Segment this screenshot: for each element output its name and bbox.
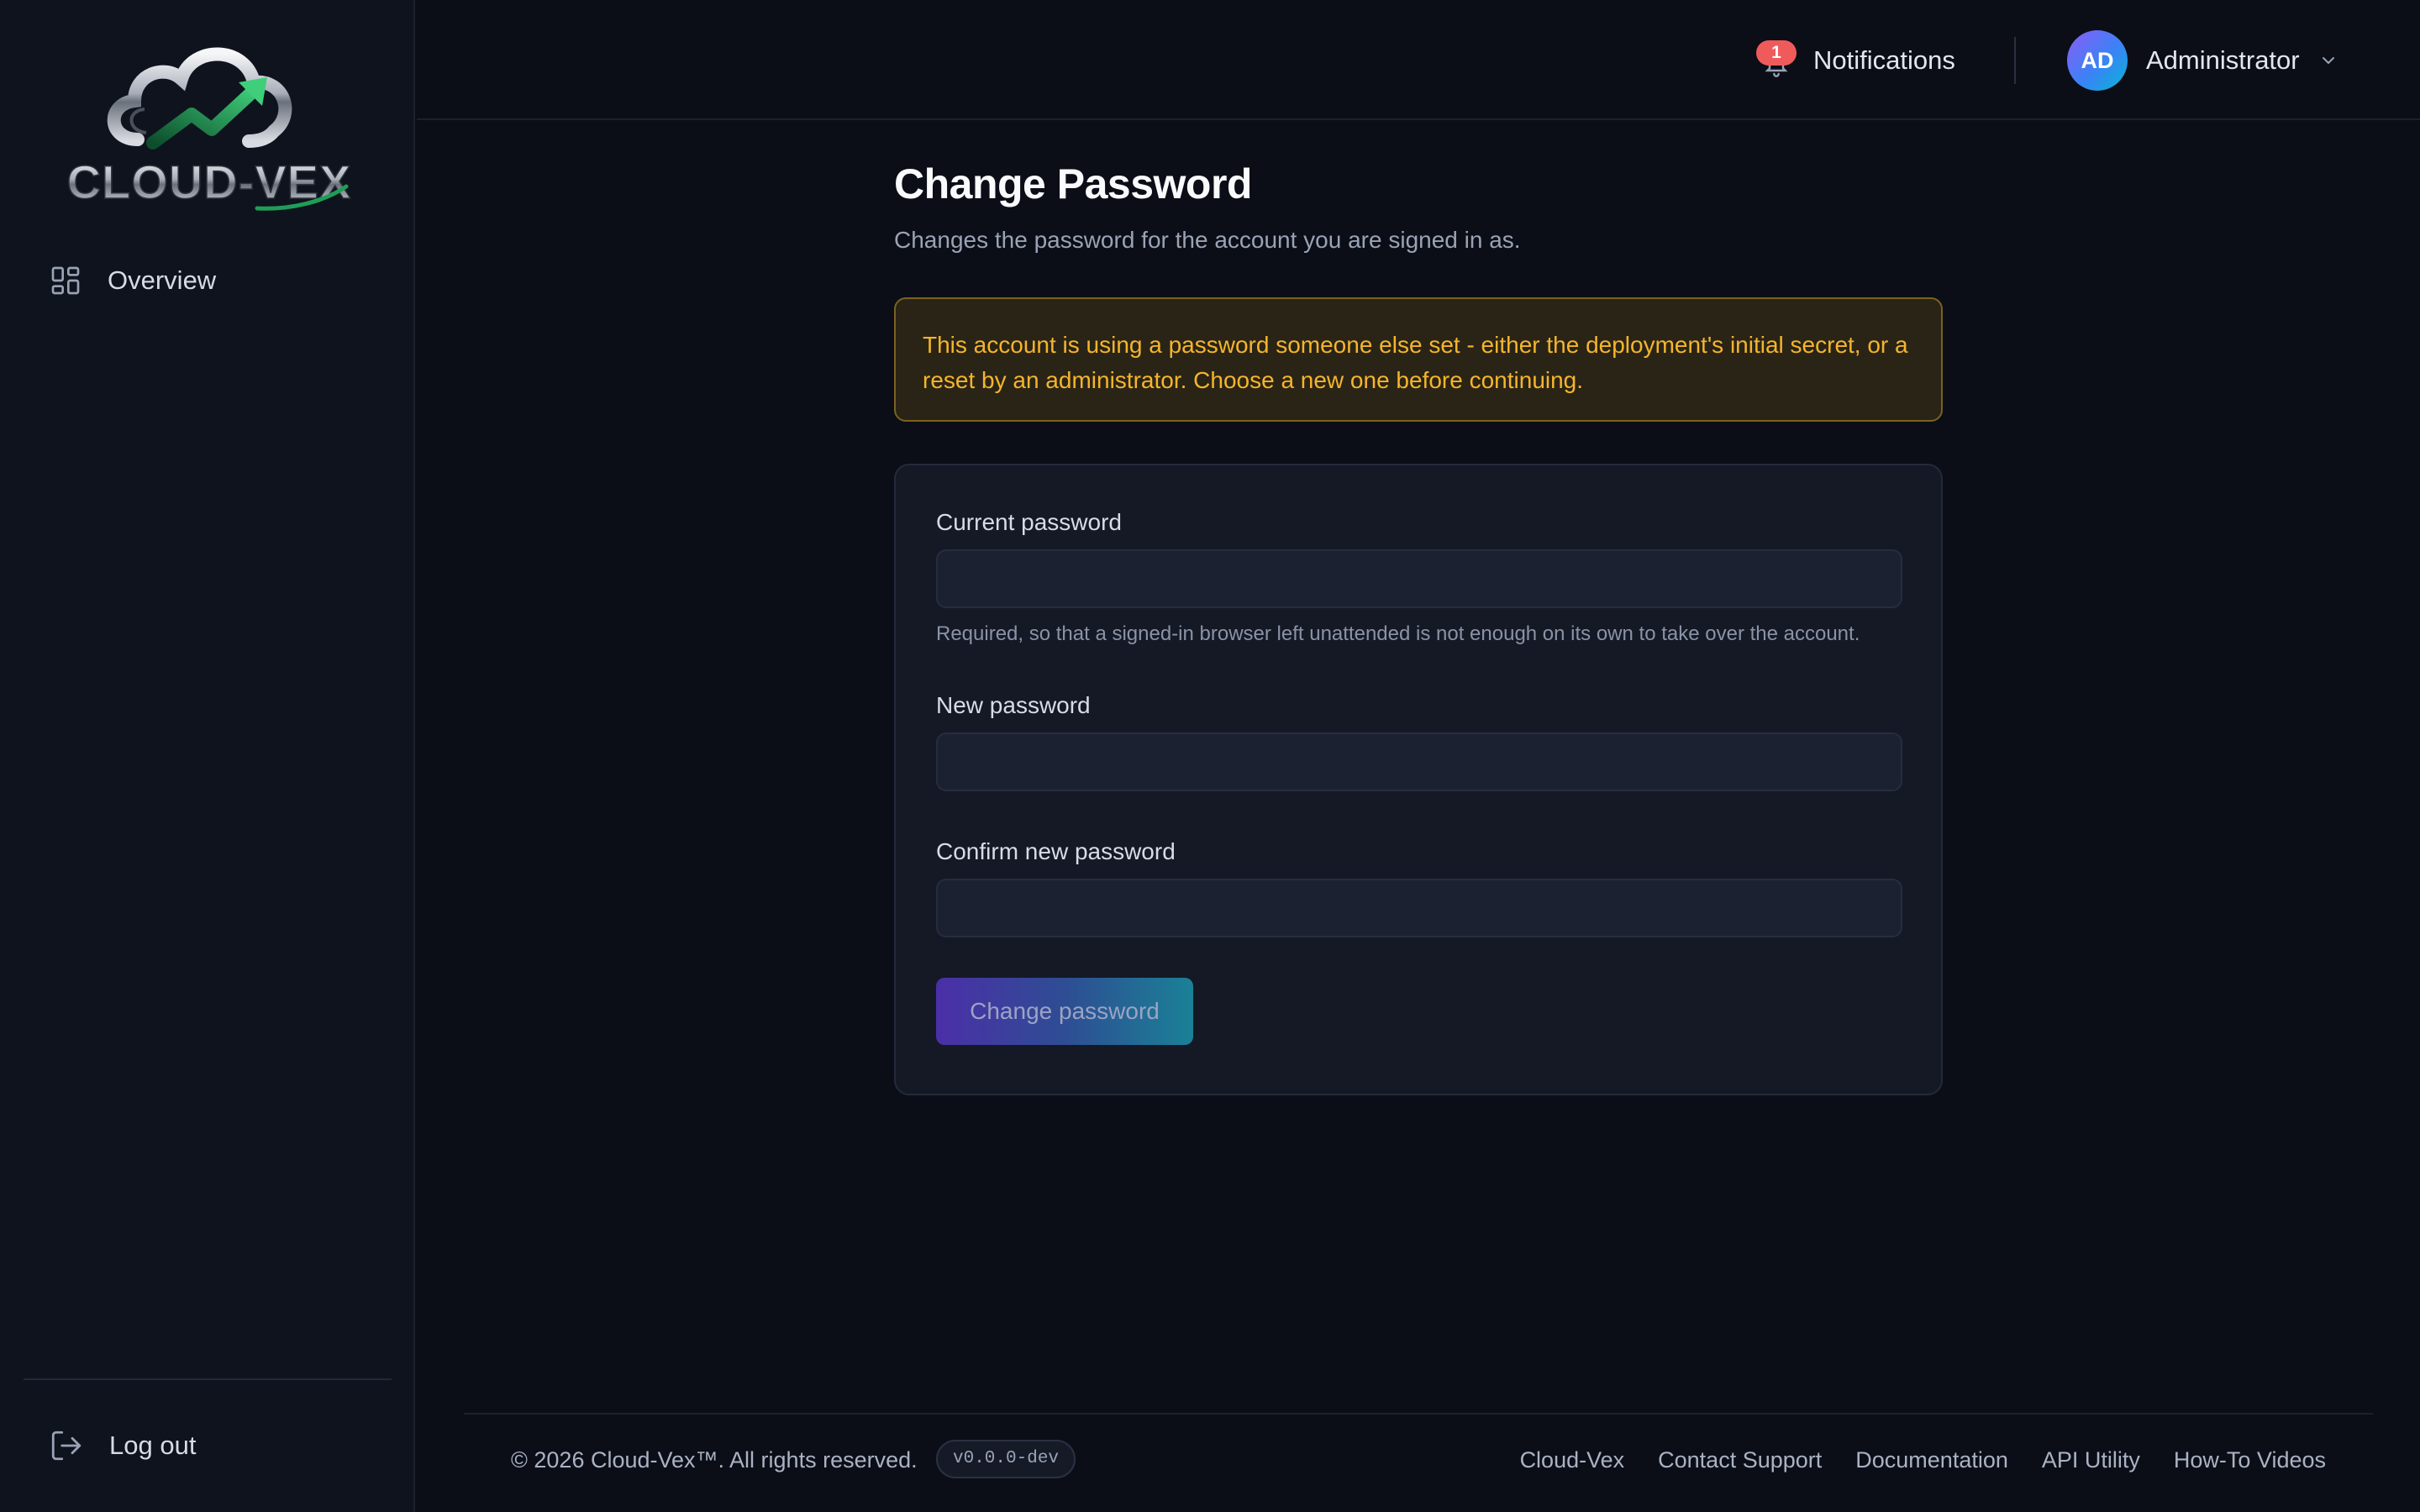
user-menu[interactable]: AD Administrator xyxy=(2067,30,2338,91)
logout-label: Log out xyxy=(109,1431,197,1460)
logout-icon xyxy=(51,1431,82,1461)
header-separator xyxy=(2014,37,2016,84)
app-root: CLOUD-VEX Overview Log out 1 Notificatio… xyxy=(0,0,2420,1512)
chevron-down-icon xyxy=(2322,57,2334,64)
user-name: Administrator xyxy=(2146,45,2300,75)
notifications-button[interactable]: 1 Notifications xyxy=(1756,37,1955,84)
current-password-label: Current password xyxy=(936,509,1122,535)
current-password-input[interactable] xyxy=(936,549,1902,608)
top-header: 1 Notifications AD Administrator xyxy=(417,0,2420,120)
page-title: Change Password xyxy=(894,160,1252,207)
current-password-hint: Required, so that a signed-in browser le… xyxy=(936,622,1860,645)
grid-icon xyxy=(51,266,80,295)
logout-button[interactable]: Log out xyxy=(49,1425,196,1466)
footer-copyright: © 2026 Cloud-Vex™. All rights reserved. xyxy=(511,1447,918,1473)
avatar: AD xyxy=(2067,30,2128,91)
sidebar: CLOUD-VEX Overview Log out xyxy=(0,0,415,1512)
confirm-password-label: Confirm new password xyxy=(936,838,1176,864)
sidebar-item-label: Overview xyxy=(108,265,217,295)
sidebar-divider xyxy=(24,1378,392,1380)
logo-wordmark: CLOUD-VEX xyxy=(67,155,352,208)
version-badge: v0.0.0-dev xyxy=(936,1440,1076,1478)
footer-link-documentation[interactable]: Documentation xyxy=(1855,1445,2008,1475)
change-password-button[interactable]: Change password xyxy=(936,978,1193,1045)
footer-links: Cloud-Vex Contact Support Documentation … xyxy=(1520,1445,2326,1475)
footer-link-how-to-videos[interactable]: How-To Videos xyxy=(2174,1445,2326,1475)
notifications-label: Notifications xyxy=(1813,45,1955,75)
page-subtitle: Changes the password for the account you… xyxy=(894,227,1521,253)
footer-link-contact-support[interactable]: Contact Support xyxy=(1658,1445,1822,1475)
footer-link-api-utility[interactable]: API Utility xyxy=(2042,1445,2140,1475)
sidebar-item-overview[interactable]: Overview xyxy=(49,260,216,301)
notifications-bell: 1 xyxy=(1756,37,1798,84)
brand-logo[interactable]: CLOUD-VEX xyxy=(47,30,371,220)
footer-link-cloud-vex[interactable]: Cloud-Vex xyxy=(1520,1445,1625,1475)
footer-divider xyxy=(464,1413,2373,1415)
confirm-password-input[interactable] xyxy=(936,879,1902,937)
notification-count-badge: 1 xyxy=(1756,40,1797,66)
main-content: Change Password Changes the password for… xyxy=(894,160,1943,1095)
new-password-input[interactable] xyxy=(936,732,1902,791)
change-password-form: Current password Required, so that a sig… xyxy=(894,464,1943,1095)
warning-alert: This account is using a password someone… xyxy=(894,297,1943,422)
new-password-label: New password xyxy=(936,692,1091,718)
